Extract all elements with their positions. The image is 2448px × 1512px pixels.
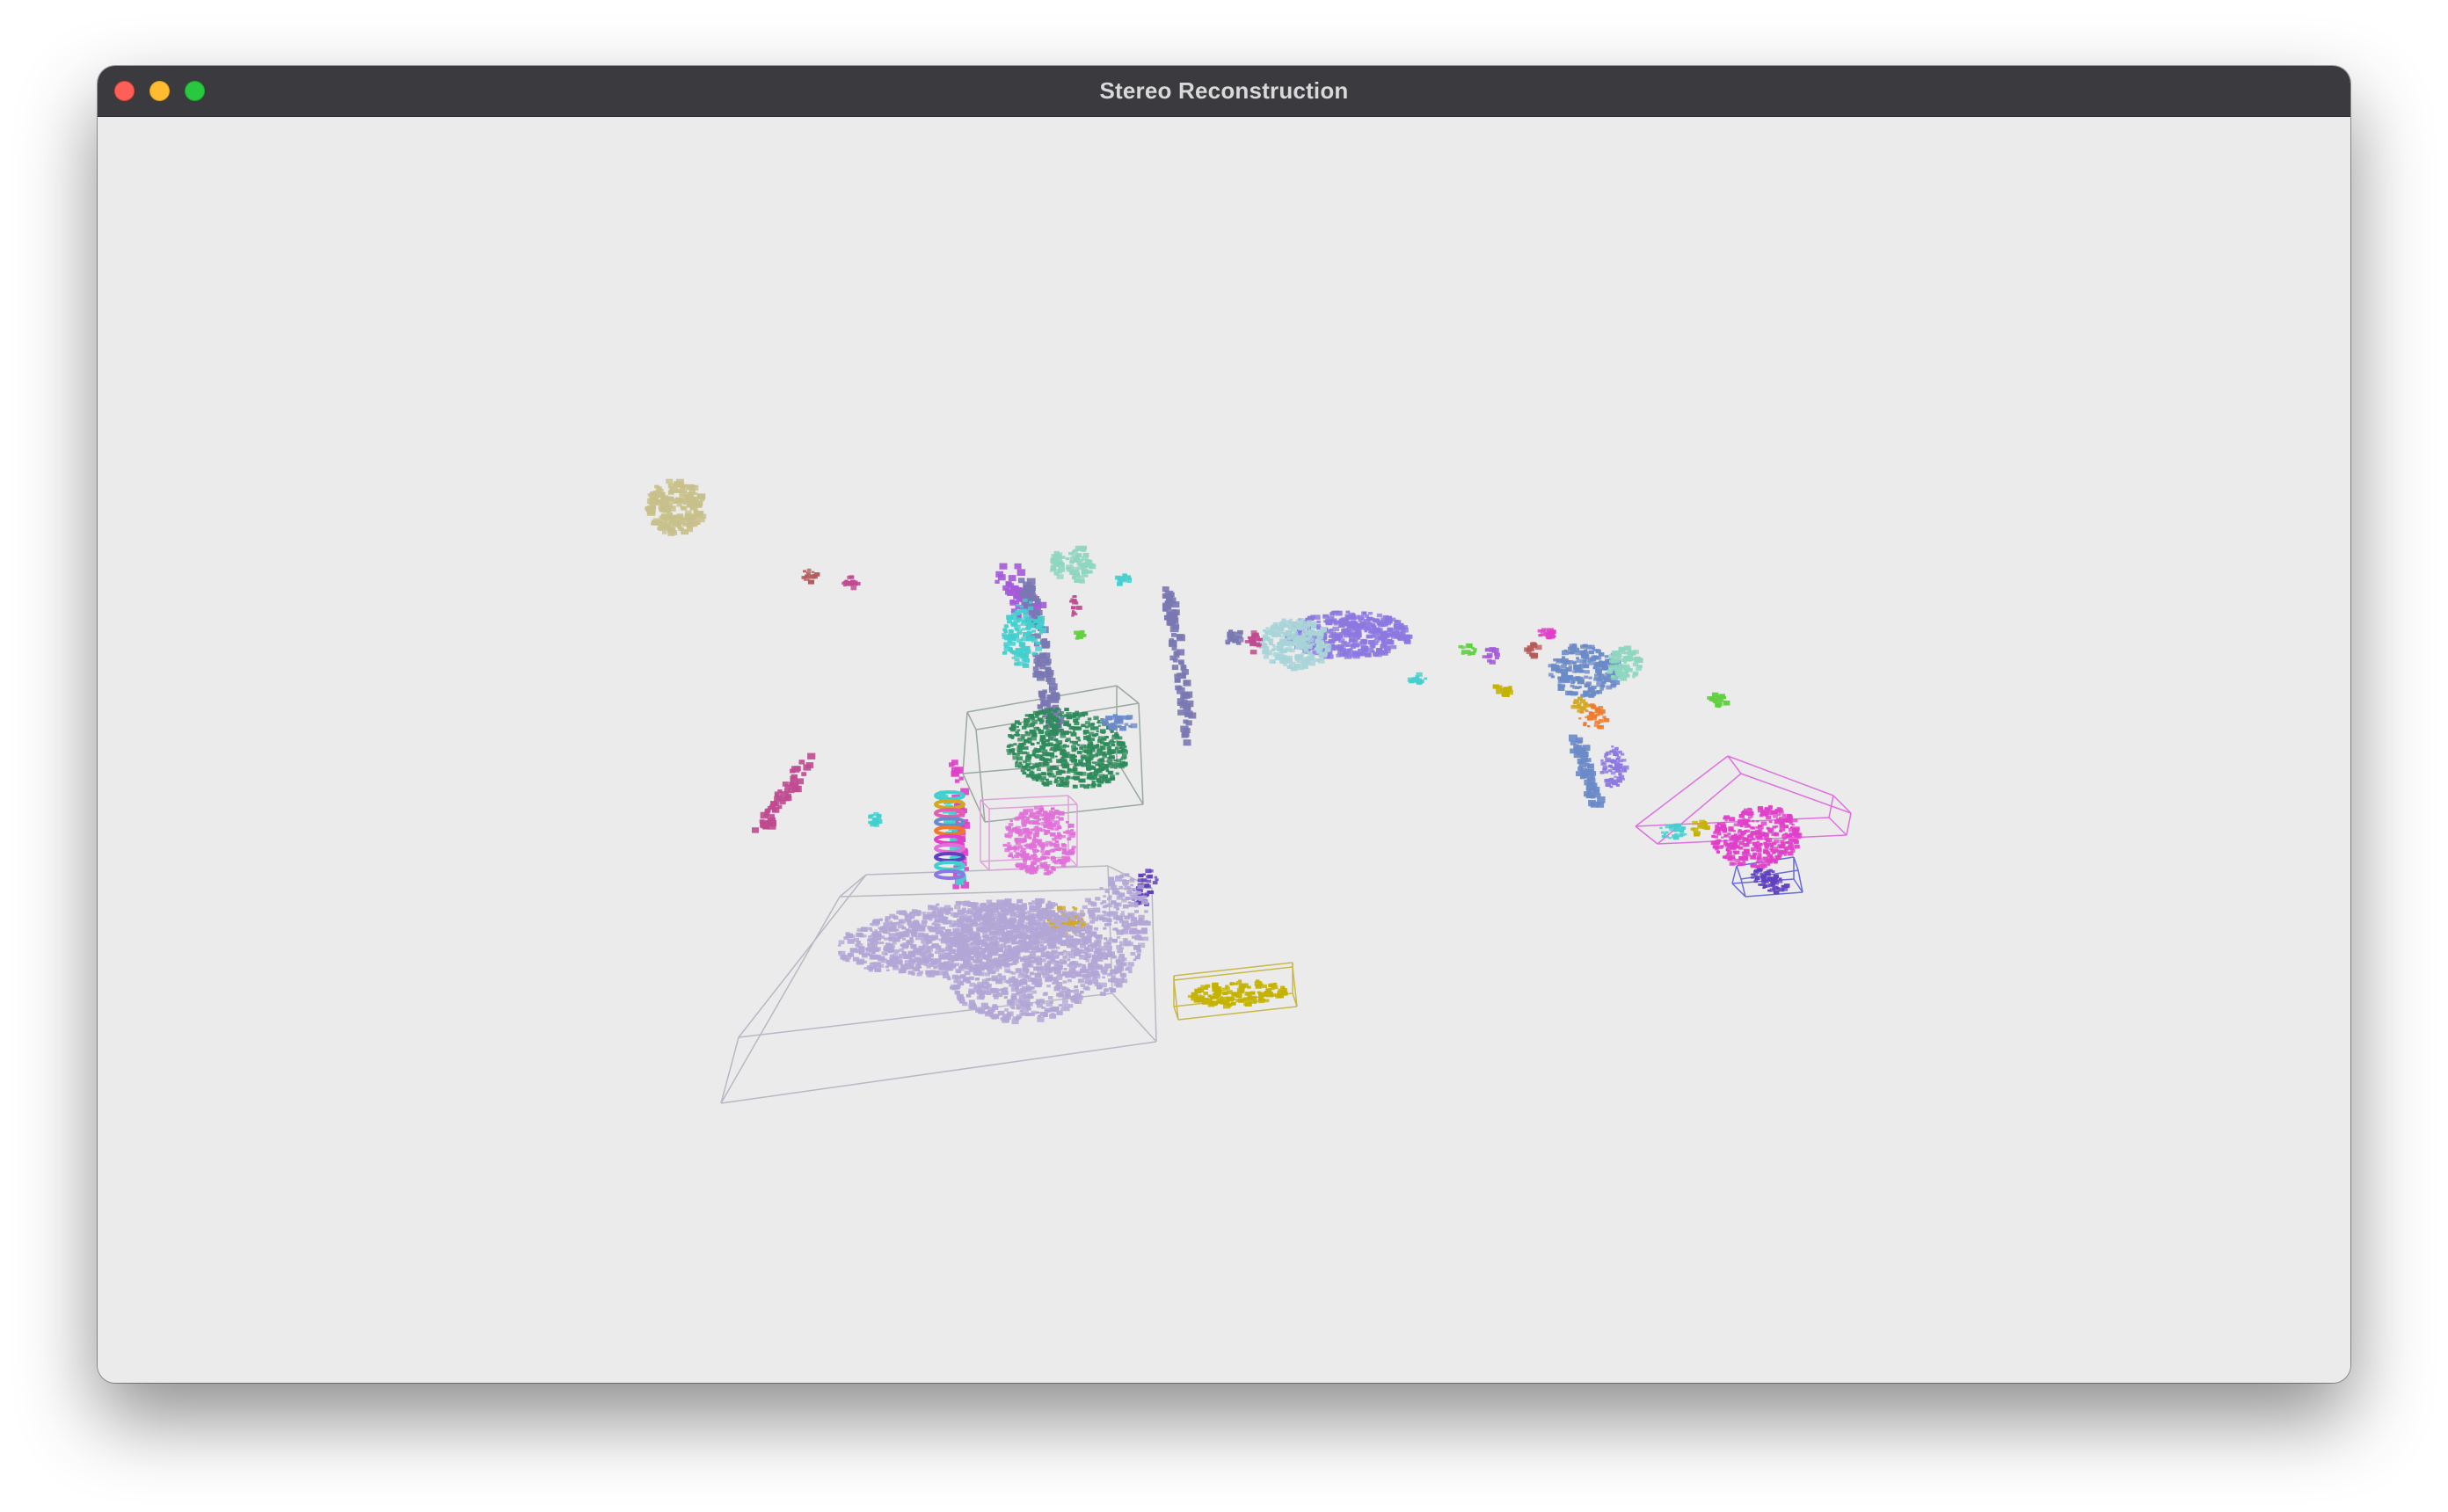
point-cluster-c2 — [1524, 642, 1542, 659]
point-cluster-c4 — [1482, 647, 1501, 665]
point-cluster-c18 — [1074, 629, 1087, 640]
point-cluster-c3 — [752, 752, 816, 833]
app-window: Stereo Reconstruction — [98, 66, 2350, 1383]
bounding-boxes — [720, 685, 1852, 1104]
point-cluster-c12 — [1187, 979, 1288, 1009]
3d-viewport[interactable] — [98, 117, 2350, 1383]
point-clouds — [645, 478, 1803, 1025]
point-cluster-c18 — [1707, 692, 1730, 709]
point-cluster-c5 — [1049, 550, 1066, 579]
point-cluster-c7 — [1225, 629, 1244, 645]
point-cluster-c9 — [1002, 805, 1076, 876]
point-cluster-c5 — [1606, 645, 1643, 681]
point-cluster-c6 — [1115, 573, 1133, 586]
point-cluster-c12 — [1690, 819, 1710, 837]
point-cloud-scene[interactable] — [98, 117, 2350, 1383]
point-cluster-c2 — [801, 568, 820, 585]
point-cluster-c18 — [1458, 643, 1477, 656]
point-cluster-c7 — [1162, 586, 1197, 746]
point-cluster-c1 — [645, 478, 707, 536]
point-cluster-c15 — [1710, 804, 1803, 870]
point-cluster-c5 — [1065, 545, 1096, 584]
desktop: Stereo Reconstruction — [0, 0, 2448, 1512]
point-cluster-c15 — [1537, 628, 1556, 640]
point-cluster-c3 — [1244, 630, 1263, 655]
point-cluster-c6 — [1659, 823, 1687, 840]
point-cluster-c3 — [1069, 595, 1082, 617]
point-cluster-c16 — [1100, 714, 1138, 731]
point-cluster-c12 — [1492, 684, 1513, 697]
title-bar: Stereo Reconstruction — [98, 66, 2350, 117]
point-cluster-c6 — [1407, 672, 1427, 685]
window-title: Stereo Reconstruction — [1099, 77, 1349, 104]
point-cluster-c16 — [1569, 734, 1606, 808]
point-cluster-c3 — [842, 575, 861, 591]
point-cluster-c13 — [1599, 745, 1629, 789]
point-cluster-c6 — [868, 811, 883, 827]
